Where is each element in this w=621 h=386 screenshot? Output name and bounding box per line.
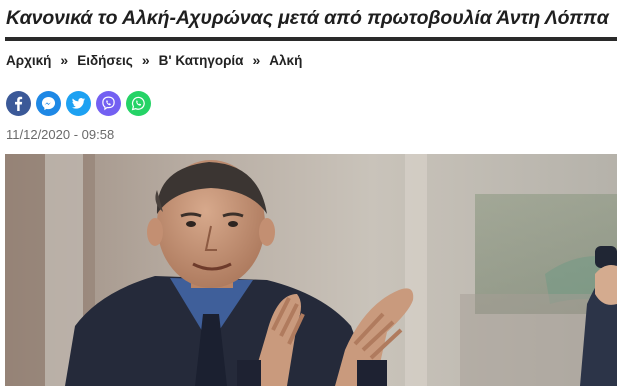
breadcrumb-category[interactable]: Β' Κατηγορία	[159, 53, 244, 68]
share-buttons	[6, 91, 151, 116]
twitter-share-button[interactable]	[66, 91, 91, 116]
facebook-icon	[15, 96, 23, 111]
whatsapp-icon	[131, 96, 145, 111]
messenger-icon	[41, 96, 56, 111]
breadcrumb: Αρχική » Ειδήσεις » Β' Κατηγορία » Αλκή	[6, 52, 302, 68]
messenger-share-button[interactable]	[36, 91, 61, 116]
breadcrumb-separator: »	[252, 52, 261, 68]
breadcrumb-separator: »	[60, 52, 69, 68]
publish-date: 11/12/2020 - 09:58	[6, 127, 115, 142]
viber-share-button[interactable]	[96, 91, 121, 116]
breadcrumb-separator: »	[141, 52, 150, 68]
facebook-share-button[interactable]	[6, 91, 31, 116]
whatsapp-share-button[interactable]	[126, 91, 151, 116]
breadcrumb-team[interactable]: Αλκή	[269, 53, 302, 68]
breadcrumb-home[interactable]: Αρχική	[6, 53, 51, 68]
title-divider	[5, 37, 617, 41]
article-photo	[5, 154, 617, 386]
viber-icon	[102, 96, 115, 111]
article-title: Κανονικά το Αλκή-Αχυρώνας μετά από πρωτο…	[6, 7, 609, 29]
breadcrumb-news[interactable]: Ειδήσεις	[77, 53, 133, 68]
twitter-icon	[71, 98, 86, 109]
coach-applauding-photo	[5, 154, 617, 386]
